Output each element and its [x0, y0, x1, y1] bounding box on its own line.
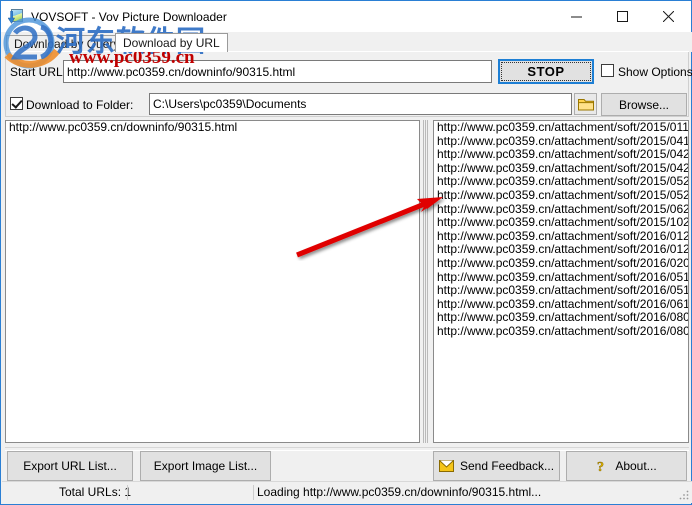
image-list-item[interactable]: http://www.pc0359.cn/attachment/soft/201… — [434, 216, 688, 230]
app-window: VOVSOFT - Vov Picture Downloader Downloa… — [0, 0, 692, 505]
tab-download-by-url[interactable]: Download by URL — [115, 33, 228, 52]
start-url-label: Start URL: — [10, 65, 67, 79]
status-divider-2 — [253, 485, 254, 500]
export-image-list-label: Export Image List... — [153, 459, 258, 473]
close-icon — [662, 10, 674, 22]
image-list-item[interactable]: http://www.pc0359.cn/attachment/soft/201… — [434, 284, 688, 298]
image-list-item[interactable]: http://www.pc0359.cn/attachment/soft/201… — [434, 134, 688, 149]
svg-text:?: ? — [597, 460, 604, 474]
about-button[interactable]: ? About... — [566, 451, 687, 481]
maximize-button[interactable] — [599, 1, 645, 31]
status-total-urls: Total URLs: 1 — [59, 485, 132, 499]
image-list[interactable]: http://www.pc0359.cn/attachment/soft/201… — [433, 120, 689, 443]
status-bar: Total URLs: 1 Loading http://www.pc0359.… — [2, 481, 692, 503]
tab-label: Download by Query — [14, 37, 120, 51]
image-list-item[interactable]: http://www.pc0359.cn/attachment/soft/201… — [434, 270, 688, 285]
open-folder-button[interactable] — [574, 93, 597, 115]
window-title: VOVSOFT - Vov Picture Downloader — [31, 9, 227, 24]
image-list-item[interactable]: http://www.pc0359.cn/attachment/soft/201… — [434, 256, 688, 271]
image-list-item[interactable]: http://www.pc0359.cn/attachment/soft/201… — [434, 148, 688, 162]
image-list-item[interactable]: http://www.pc0359.cn/attachment/soft/201… — [434, 311, 688, 325]
folder-icon — [577, 98, 594, 110]
image-list-item[interactable]: http://www.pc0359.cn/attachment/soft/201… — [434, 121, 688, 135]
show-options-checkbox[interactable] — [601, 64, 614, 77]
app-icon — [8, 8, 24, 25]
folder-path-value: C:\Users\pc0359\Documents — [153, 97, 307, 111]
image-list-item[interactable]: http://www.pc0359.cn/attachment/soft/201… — [434, 175, 688, 189]
browse-button[interactable]: Browse... — [601, 93, 687, 116]
red-arrow-annotation — [296, 197, 443, 258]
minimize-button[interactable] — [553, 1, 599, 31]
tab-download-by-query[interactable]: Download by Query — [6, 35, 128, 52]
image-list-item[interactable]: http://www.pc0359.cn/attachment/soft/201… — [434, 161, 688, 176]
title-bar: VOVSOFT - Vov Picture Downloader — [1, 1, 691, 32]
status-message: Loading http://www.pc0359.cn/downinfo/90… — [257, 485, 542, 499]
export-image-list-button[interactable]: Export Image List... — [140, 451, 271, 481]
export-url-list-button[interactable]: Export URL List... — [7, 451, 133, 481]
image-list-rows: http://www.pc0359.cn/attachment/soft/201… — [434, 121, 688, 339]
download-to-folder-checkbox[interactable] — [10, 97, 23, 110]
image-list-item[interactable]: http://www.pc0359.cn/attachment/soft/201… — [434, 202, 688, 217]
start-url-input[interactable]: http://www.pc0359.cn/downinfo/90315.html — [63, 60, 492, 83]
send-feedback-button[interactable]: Send Feedback... — [433, 451, 560, 481]
tab-strip: Download by Query Download by URL — [2, 32, 692, 52]
resize-grip-icon[interactable] — [678, 489, 690, 501]
about-label: About... — [615, 459, 657, 473]
tab-label: Download by URL — [123, 36, 220, 50]
start-url-value: http://www.pc0359.cn/downinfo/90315.html — [67, 64, 296, 79]
question-mark-icon: ? — [597, 459, 604, 474]
minimize-icon — [570, 16, 582, 17]
image-list-item[interactable]: http://www.pc0359.cn/attachment/soft/201… — [434, 243, 688, 257]
window-controls — [553, 1, 691, 32]
browse-button-label: Browse... — [618, 97, 669, 112]
download-arrow-icon — [8, 10, 15, 24]
export-url-list-label: Export URL List... — [23, 459, 117, 473]
close-button[interactable] — [645, 1, 691, 31]
focus-rect — [501, 62, 591, 81]
panel-splitter[interactable] — [421, 120, 431, 443]
download-to-folder-label: Download to Folder: — [26, 98, 134, 112]
envelope-icon — [438, 460, 454, 472]
image-list-item[interactable]: http://www.pc0359.cn/attachment/soft/201… — [434, 188, 688, 203]
status-divider-1 — [127, 485, 128, 500]
url-list-rows: http://www.pc0359.cn/downinfo/90315.html — [6, 121, 419, 135]
url-list-item[interactable]: http://www.pc0359.cn/downinfo/90315.html — [6, 121, 419, 135]
stop-button[interactable]: STOP — [498, 59, 594, 84]
show-options-label: Show Options — [618, 65, 692, 79]
image-list-item[interactable]: http://www.pc0359.cn/attachment/soft/201… — [434, 229, 688, 244]
send-feedback-label: Send Feedback... — [459, 459, 555, 473]
folder-path-input[interactable]: C:\Users\pc0359\Documents — [149, 93, 572, 115]
image-list-item[interactable]: http://www.pc0359.cn/attachment/soft/201… — [434, 324, 688, 339]
image-list-item[interactable]: http://www.pc0359.cn/attachment/soft/201… — [434, 297, 688, 312]
maximize-icon — [616, 10, 628, 22]
url-list[interactable]: http://www.pc0359.cn/downinfo/90315.html — [5, 120, 420, 443]
